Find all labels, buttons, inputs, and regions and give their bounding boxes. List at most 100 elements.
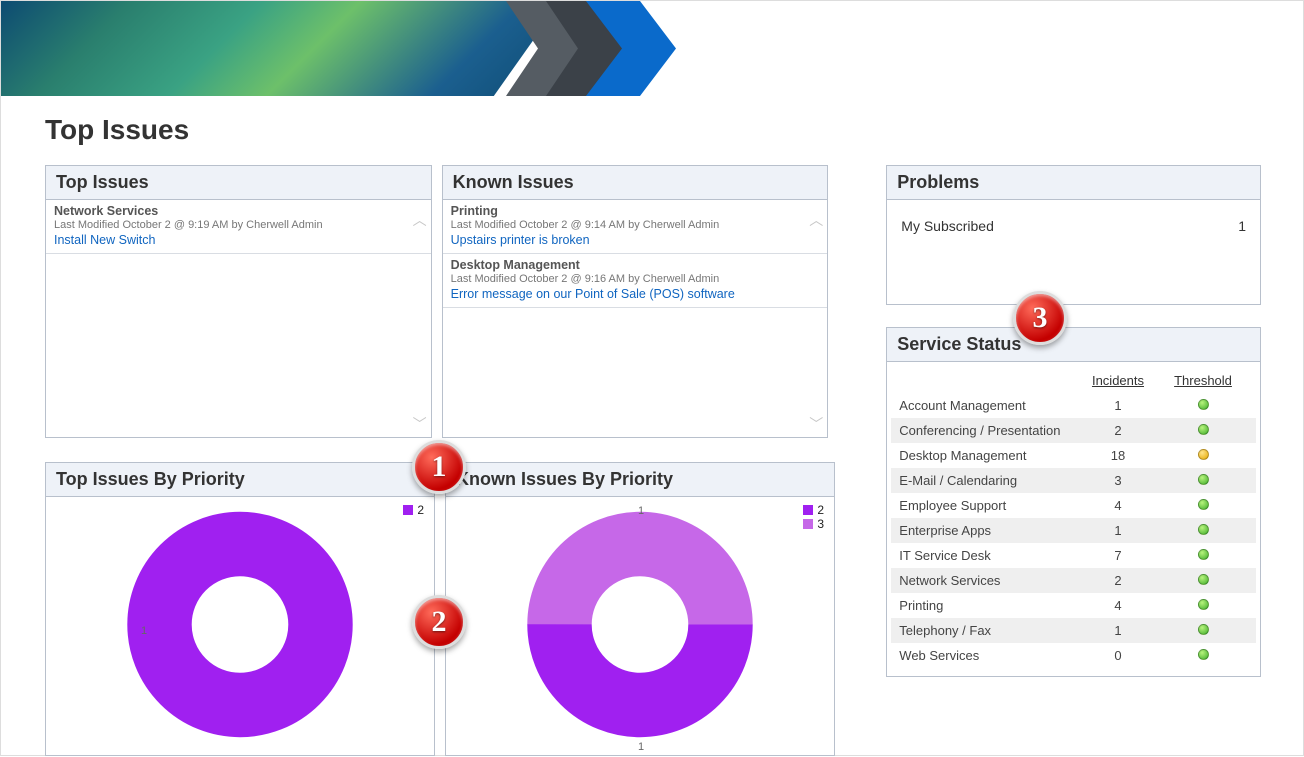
problems-row[interactable]: My Subscribed 1 [901,218,1246,234]
service-threshold [1158,523,1248,538]
status-dot-icon [1198,549,1209,560]
legend-swatch [803,505,813,515]
page-title: Top Issues [45,114,1303,146]
service-name: Web Services [899,648,1078,663]
list-item: Desktop Management Last Modified October… [443,254,828,308]
service-threshold [1158,623,1248,638]
legend-label: 3 [817,517,824,531]
service-status-row[interactable]: Conferencing / Presentation2 [891,418,1256,443]
donut-chart[interactable] [125,510,355,745]
service-status-row[interactable]: Employee Support4 [891,493,1256,518]
legend-label: 2 [417,503,424,517]
service-incidents: 0 [1078,648,1158,663]
service-status-row[interactable]: Desktop Management18 [891,443,1256,468]
service-threshold [1158,573,1248,588]
known-issues-priority-panel: Known Issues By Priority 2 3 1 1 [445,462,835,756]
service-name: Desktop Management [899,448,1078,463]
problems-panel: Problems My Subscribed 1 [886,165,1261,305]
donut-data-label: 1 [638,505,644,517]
dashboard: Top Issues ︿ ﹀ Network Services Last Mod… [45,165,1261,677]
service-status-panel: Service Status Incidents Threshold Accou… [886,327,1261,677]
donut-chart[interactable] [525,510,755,745]
legend-swatch [803,519,813,529]
callout-badge-3: 3 [1013,291,1067,345]
service-name: IT Service Desk [899,548,1078,563]
chart-legend: 2 [403,503,424,517]
item-link[interactable]: Upstairs printer is broken [451,233,820,247]
status-dot-icon [1198,424,1209,435]
item-category: Desktop Management [451,258,820,272]
service-incidents: 2 [1078,423,1158,438]
service-incidents: 1 [1078,398,1158,413]
service-name: Network Services [899,573,1078,588]
service-threshold [1158,598,1248,613]
col-threshold: Threshold [1158,373,1248,388]
top-issues-list: ︿ ﹀ Network Services Last Modified Octob… [46,200,431,438]
service-threshold [1158,448,1248,463]
right-column: Problems My Subscribed 1 Service Status … [886,165,1261,677]
status-dot-icon [1198,624,1209,635]
item-link[interactable]: Install New Switch [54,233,423,247]
service-status-row[interactable]: Telephony / Fax1 [891,618,1256,643]
service-incidents: 1 [1078,523,1158,538]
status-dot-icon [1198,649,1209,660]
service-status-row[interactable]: E-Mail / Calendaring3 [891,468,1256,493]
service-threshold [1158,548,1248,563]
callout-badge-2: 2 [412,595,466,649]
status-dot-icon [1198,474,1209,485]
service-name: E-Mail / Calendaring [899,473,1078,488]
known-issues-panel: Known Issues ︿ ﹀ Printing Last Modified … [442,165,829,438]
service-status-row[interactable]: Web Services0 [891,643,1256,668]
scroll-down-icon[interactable]: ﹀ [809,414,823,428]
panel-title: Service Status [887,328,1260,362]
item-category: Network Services [54,204,423,218]
list-item: Network Services Last Modified October 2… [46,200,431,254]
problems-count: 1 [1238,218,1246,234]
service-incidents: 4 [1078,498,1158,513]
problems-label: My Subscribed [901,218,994,234]
top-issues-priority-panel: Top Issues By Priority 2 1 [45,462,435,756]
service-status-row[interactable]: Network Services2 [891,568,1256,593]
item-meta: Last Modified October 2 @ 9:16 AM by Che… [451,273,820,285]
status-dot-icon [1198,399,1209,410]
header-banner [1,1,1303,96]
col-incidents: Incidents [1078,373,1158,388]
item-link[interactable]: Error message on our Point of Sale (POS)… [451,287,820,301]
legend-label: 2 [817,503,824,517]
service-name: Telephony / Fax [899,623,1078,638]
service-threshold [1158,498,1248,513]
item-meta: Last Modified October 2 @ 9:19 AM by Che… [54,219,423,231]
panel-title: Top Issues [46,166,431,200]
item-meta: Last Modified October 2 @ 9:14 AM by Che… [451,219,820,231]
service-name: Account Management [899,398,1078,413]
status-dot-icon [1198,574,1209,585]
service-incidents: 1 [1078,623,1158,638]
status-dot-icon [1198,499,1209,510]
service-name: Printing [899,598,1078,613]
service-status-row[interactable]: IT Service Desk7 [891,543,1256,568]
service-threshold [1158,398,1248,413]
panel-title: Known Issues By Priority [446,463,834,497]
service-status-row[interactable]: Printing4 [891,593,1256,618]
top-issues-panel: Top Issues ︿ ﹀ Network Services Last Mod… [45,165,432,438]
chart-legend: 2 3 [803,503,824,531]
service-threshold [1158,473,1248,488]
list-item: Printing Last Modified October 2 @ 9:14 … [443,200,828,254]
scroll-down-icon[interactable]: ﹀ [413,414,427,428]
status-dot-icon [1198,449,1209,460]
legend-swatch [403,505,413,515]
service-incidents: 18 [1078,448,1158,463]
service-incidents: 3 [1078,473,1158,488]
service-name: Enterprise Apps [899,523,1078,538]
service-status-row[interactable]: Account Management1 [891,393,1256,418]
service-name: Conferencing / Presentation [899,423,1078,438]
panel-title: Known Issues [443,166,828,200]
status-dot-icon [1198,524,1209,535]
service-status-row[interactable]: Enterprise Apps1 [891,518,1256,543]
callout-badge-1: 1 [412,440,466,494]
service-status-header: Incidents Threshold [891,368,1256,393]
donut-data-label: 1 [638,741,644,753]
item-category: Printing [451,204,820,218]
service-incidents: 7 [1078,548,1158,563]
panel-title: Top Issues By Priority [46,463,434,497]
